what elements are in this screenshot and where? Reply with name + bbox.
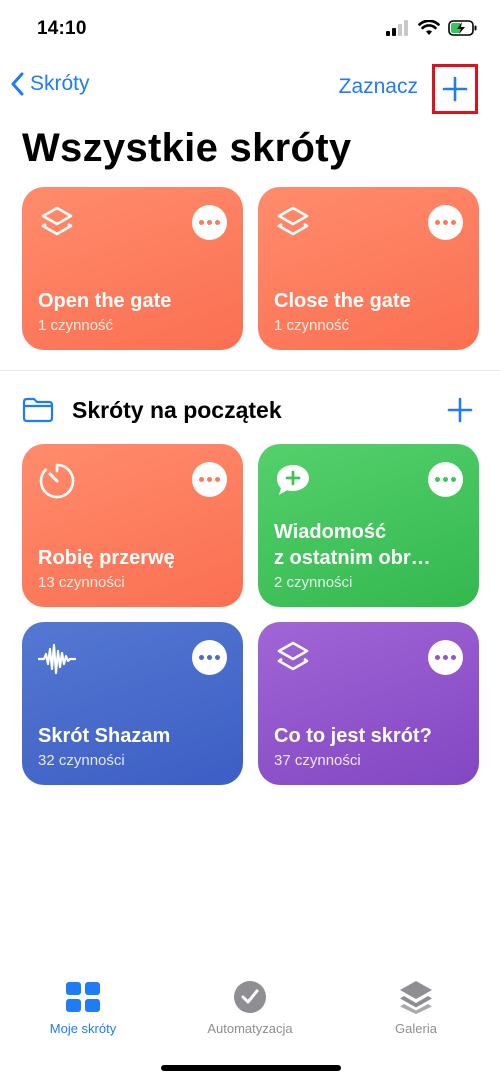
shortcut-card-co-to-jest-skrot[interactable]: Co to jest skrót? 37 czynności xyxy=(258,622,479,785)
tab-label: Galeria xyxy=(395,1021,437,1036)
more-button[interactable] xyxy=(192,462,227,497)
back-label: Skróty xyxy=(30,72,90,95)
shortcut-action-count: 1 czynność xyxy=(38,317,114,334)
plus-icon xyxy=(442,76,468,102)
shortcut-action-count: 13 czynności xyxy=(38,574,125,591)
tab-label: Moje skróty xyxy=(49,1021,117,1036)
waveform-icon xyxy=(38,643,76,675)
shortcut-card-close-the-gate[interactable]: Close the gate 1 czynność xyxy=(258,187,479,350)
navigation-bar: Skróty Zaznacz xyxy=(0,62,500,114)
signal-icon xyxy=(386,20,408,36)
more-button[interactable] xyxy=(192,640,227,675)
add-to-folder-button[interactable] xyxy=(442,392,478,428)
shortcut-card-wiadomosc[interactable]: Wiadomość z ostatnim obr… 2 czynności xyxy=(258,444,479,607)
grid-icon xyxy=(66,982,100,1012)
status-icons xyxy=(386,20,478,36)
folder-header: Skróty na początek xyxy=(22,392,478,428)
home-indicator xyxy=(161,1065,341,1071)
folder-icon xyxy=(22,397,54,423)
status-bar: 14:10 xyxy=(0,0,500,60)
select-button[interactable]: Zaznacz xyxy=(339,75,418,99)
shortcut-title: Wiadomość z ostatnim obr… xyxy=(274,521,431,569)
shortcut-title: Robię przerwę xyxy=(38,547,175,569)
shortcut-card-robie-przerwe[interactable]: Robię przerwę 13 czynności xyxy=(22,444,243,607)
back-button[interactable]: Skróty xyxy=(10,72,90,96)
clock-check-icon xyxy=(234,981,266,1013)
shortcut-action-count: 1 czynność xyxy=(274,317,350,334)
page-title: Wszystkie skróty xyxy=(22,126,352,170)
shortcut-card-skrot-shazam[interactable]: Skrót Shazam 32 czynności xyxy=(22,622,243,785)
shortcut-title: Open the gate xyxy=(38,290,172,312)
stack-icon xyxy=(400,981,432,1014)
chevron-left-icon xyxy=(11,72,24,96)
section-divider xyxy=(0,370,500,371)
plus-icon xyxy=(447,397,473,423)
wifi-icon xyxy=(418,20,440,35)
tab-automatyzacja[interactable]: Automatyzacja xyxy=(180,979,320,1036)
more-button[interactable] xyxy=(428,640,463,675)
more-button[interactable] xyxy=(428,462,463,497)
layers-icon xyxy=(277,206,309,236)
shortcut-action-count: 32 czynności xyxy=(38,752,125,769)
more-button[interactable] xyxy=(192,205,227,240)
shortcut-action-count: 2 czynności xyxy=(274,574,353,591)
layers-icon xyxy=(41,206,73,236)
shortcut-title: Skrót Shazam xyxy=(38,725,171,747)
tab-moje-skroty[interactable]: Moje skróty xyxy=(13,979,153,1036)
message-plus-icon xyxy=(277,465,309,495)
add-shortcut-button[interactable] xyxy=(432,64,478,114)
status-time: 14:10 xyxy=(37,18,87,39)
tab-galeria[interactable]: Galeria xyxy=(346,979,486,1036)
tab-label: Automatyzacja xyxy=(207,1021,293,1036)
layers-icon xyxy=(277,641,309,671)
shortcut-title: Close the gate xyxy=(274,290,411,312)
shortcut-action-count: 37 czynności xyxy=(274,752,361,769)
folder-title: Skróty na początek xyxy=(72,396,282,423)
timer-icon xyxy=(39,463,75,499)
shortcut-title: Co to jest skrót? xyxy=(274,725,432,747)
battery-charging-icon xyxy=(448,20,477,36)
shortcut-card-open-the-gate[interactable]: Open the gate 1 czynność xyxy=(22,187,243,350)
more-button[interactable] xyxy=(428,205,463,240)
